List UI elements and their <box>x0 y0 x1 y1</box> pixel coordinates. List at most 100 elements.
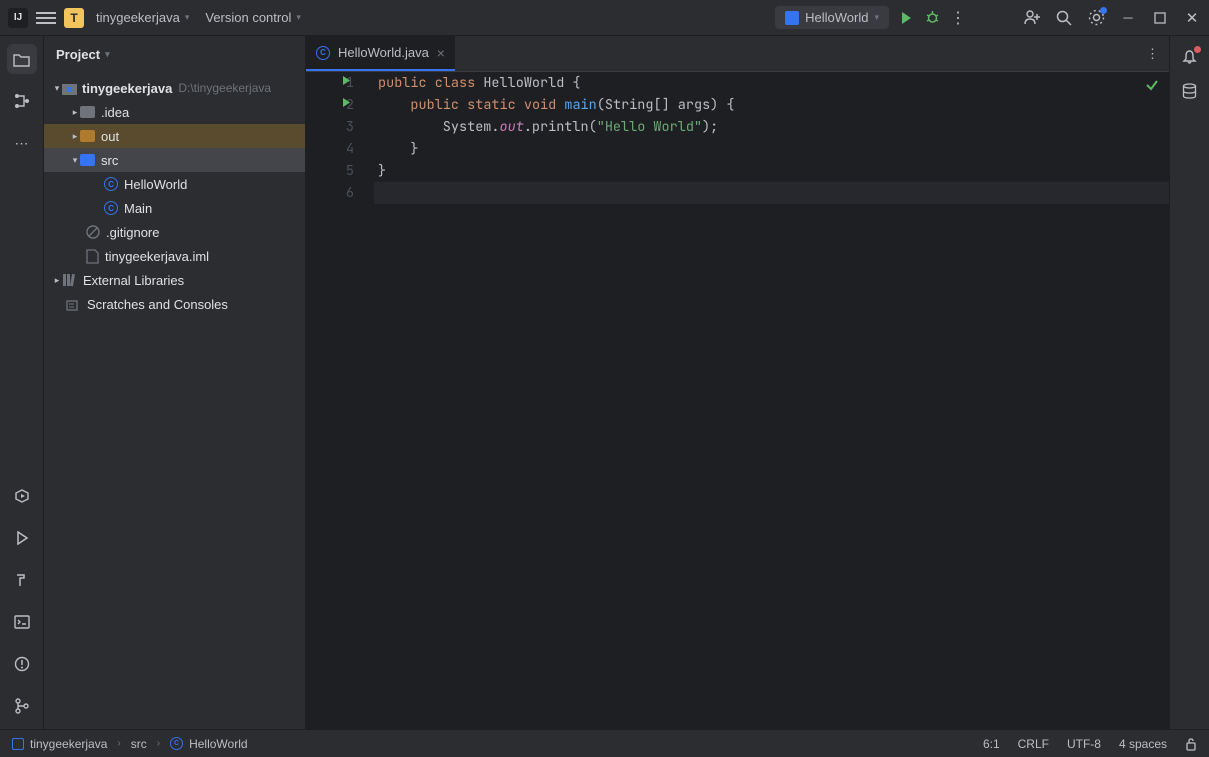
readonly-toggle-icon[interactable] <box>1185 737 1197 751</box>
chevron-down-icon: ▾ <box>70 155 80 166</box>
maximize-button[interactable] <box>1151 9 1169 27</box>
run-tool-button[interactable] <box>7 523 37 553</box>
database-tool-icon[interactable] <box>1181 82 1199 100</box>
structure-tool-button[interactable] <box>7 86 37 116</box>
tree-node-idea[interactable]: ▸ .idea <box>44 100 305 124</box>
editor-tabs-menu[interactable]: ⋮ <box>1136 46 1169 62</box>
indent-info[interactable]: 4 spaces <box>1119 737 1167 751</box>
module-icon <box>12 738 24 750</box>
chevron-down-icon: ▾ <box>185 12 190 23</box>
tree-node-external-libs[interactable]: ▸ External Libraries <box>44 268 305 292</box>
crumb-item: HelloWorld <box>189 737 247 751</box>
tree-root[interactable]: ▾ tinygeekerjava D:\tinygeekerjava <box>44 76 305 100</box>
breadcrumb[interactable]: tinygeekerjava › src › C HelloWorld <box>12 737 248 751</box>
class-icon: C <box>104 177 118 191</box>
tree-node-src[interactable]: ▾ src <box>44 148 305 172</box>
tree-node-out[interactable]: ▸ out <box>44 124 305 148</box>
line-number: 6 <box>346 184 354 202</box>
project-panel-header[interactable]: Project ▾ <box>44 36 305 72</box>
run-config-name: HelloWorld <box>805 10 868 25</box>
tree-node-scratches[interactable]: Scratches and Consoles <box>44 292 305 316</box>
close-tab-icon[interactable]: × <box>437 45 445 61</box>
search-everywhere-icon[interactable] <box>1055 9 1073 27</box>
more-tool-button[interactable]: ⋯ <box>7 128 37 158</box>
project-dropdown[interactable]: tinygeekerjava ▾ <box>92 8 193 27</box>
editor-tabs: C HelloWorld.java × ⋮ <box>306 36 1169 72</box>
code-with-me-icon[interactable] <box>1023 9 1041 27</box>
run-gutter-icon[interactable] <box>341 75 352 86</box>
crumb-item: tinygeekerjava <box>30 737 107 751</box>
chevron-right-icon: ▸ <box>70 131 80 142</box>
node-label: src <box>101 153 118 168</box>
terminal-tool-button[interactable] <box>7 607 37 637</box>
node-label: tinygeekerjava.iml <box>105 249 209 264</box>
file-icon <box>86 249 99 264</box>
folder-icon <box>80 106 95 118</box>
services-tool-button[interactable] <box>7 481 37 511</box>
node-label: out <box>101 129 119 144</box>
cursor-position[interactable]: 6:1 <box>983 737 1000 751</box>
editor-area: C HelloWorld.java × ⋮ 1 2 3 4 5 6 public… <box>306 36 1169 729</box>
build-tool-button[interactable] <box>7 565 37 595</box>
node-label: Scratches and Consoles <box>87 297 228 312</box>
debug-button[interactable] <box>923 9 941 27</box>
inspection-status-icon[interactable] <box>1145 78 1159 92</box>
line-number: 4 <box>346 140 354 158</box>
run-gutter-icon[interactable] <box>341 97 352 108</box>
chevron-right-icon: › <box>117 738 120 749</box>
module-icon <box>62 82 77 95</box>
run-button[interactable] <box>897 9 915 27</box>
chevron-right-icon: ▸ <box>52 275 62 286</box>
settings-icon[interactable] <box>1087 9 1105 27</box>
right-tool-strip <box>1169 36 1209 729</box>
minimize-button[interactable]: ─ <box>1119 9 1137 27</box>
project-tree: ▾ tinygeekerjava D:\tinygeekerjava ▸ .id… <box>44 72 305 729</box>
folder-icon <box>80 154 95 166</box>
node-label: tinygeekerjava <box>82 81 172 96</box>
node-label: HelloWorld <box>124 177 187 192</box>
titlebar: IJ T tinygeekerjava ▾ Version control ▾ … <box>0 0 1209 36</box>
tree-node-iml[interactable]: tinygeekerjava.iml <box>44 244 305 268</box>
tree-node-main[interactable]: C Main <box>44 196 305 220</box>
project-tool-button[interactable] <box>7 44 37 74</box>
vcs-dropdown[interactable]: Version control ▾ <box>201 8 305 27</box>
tree-node-gitignore[interactable]: .gitignore <box>44 220 305 244</box>
node-label: Main <box>124 201 152 216</box>
more-actions-button[interactable]: ⋮ <box>949 9 967 27</box>
close-button[interactable]: ✕ <box>1183 9 1201 27</box>
notifications-icon[interactable] <box>1181 48 1199 66</box>
node-label: External Libraries <box>83 273 184 288</box>
tab-label: HelloWorld.java <box>338 45 429 60</box>
node-label: .gitignore <box>106 225 159 240</box>
problems-tool-button[interactable] <box>7 649 37 679</box>
line-number: 3 <box>346 118 354 136</box>
tree-node-helloworld[interactable]: C HelloWorld <box>44 172 305 196</box>
code-content[interactable]: public class HelloWorld { public static … <box>374 72 1169 729</box>
app-icon: IJ <box>8 8 28 28</box>
library-icon <box>62 273 78 287</box>
chevron-down-icon: ▾ <box>296 12 301 23</box>
main-menu-button[interactable] <box>36 8 56 28</box>
code-editor[interactable]: 1 2 3 4 5 6 public class HelloWorld { pu… <box>306 72 1169 729</box>
file-encoding[interactable]: UTF-8 <box>1067 737 1101 751</box>
node-label: .idea <box>101 105 129 120</box>
crumb-item: src <box>131 737 147 751</box>
folder-icon <box>80 130 95 142</box>
chevron-right-icon: › <box>157 738 160 749</box>
class-icon: C <box>170 737 183 750</box>
line-number: 5 <box>346 162 354 180</box>
chevron-down-icon: ▾ <box>52 83 62 94</box>
run-config-icon <box>785 11 799 25</box>
gutter: 1 2 3 4 5 6 <box>306 72 374 729</box>
chevron-down-icon: ▾ <box>105 49 110 60</box>
project-sidebar: Project ▾ ▾ tinygeekerjava D:\tinygeeker… <box>44 36 306 729</box>
scratch-icon <box>66 298 81 311</box>
line-separator[interactable]: CRLF <box>1018 737 1049 751</box>
chevron-right-icon: ▸ <box>70 107 80 118</box>
git-tool-button[interactable] <box>7 691 37 721</box>
tab-helloworld[interactable]: C HelloWorld.java × <box>306 36 455 71</box>
status-bar: tinygeekerjava › src › C HelloWorld 6:1 … <box>0 729 1209 757</box>
file-icon <box>86 225 100 239</box>
class-icon: C <box>104 201 118 215</box>
run-configuration-selector[interactable]: HelloWorld ▾ <box>775 6 889 29</box>
